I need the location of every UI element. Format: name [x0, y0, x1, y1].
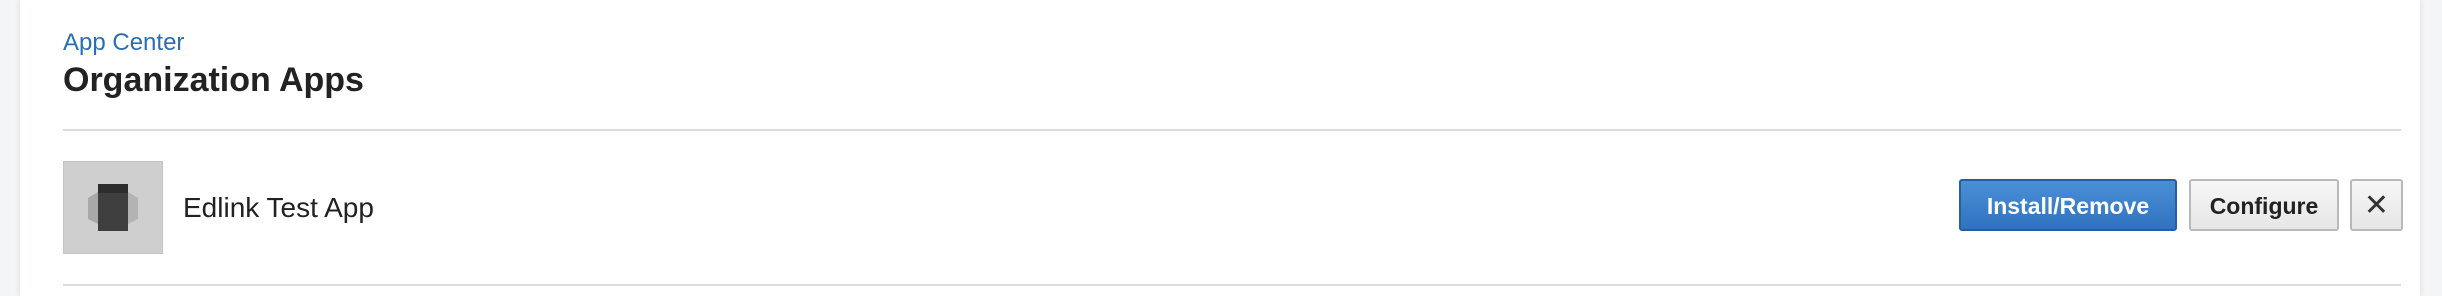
app-name: Edlink Test App	[183, 192, 374, 223]
close-icon[interactable]: ✕	[2350, 179, 2403, 231]
install-remove-button[interactable]: Install/Remove	[1959, 179, 2177, 231]
page-title: Organization Apps	[63, 61, 364, 99]
app-row: Edlink Test App Install/Remove Configure…	[63, 161, 2403, 254]
main-panel: App Center Organization Apps Edlink Test…	[20, 0, 2420, 296]
breadcrumb-app-center[interactable]: App Center	[63, 29, 184, 57]
app-placeholder-icon	[63, 161, 163, 254]
divider	[63, 129, 2401, 131]
divider	[63, 284, 2401, 286]
configure-button[interactable]: Configure	[2189, 179, 2339, 231]
